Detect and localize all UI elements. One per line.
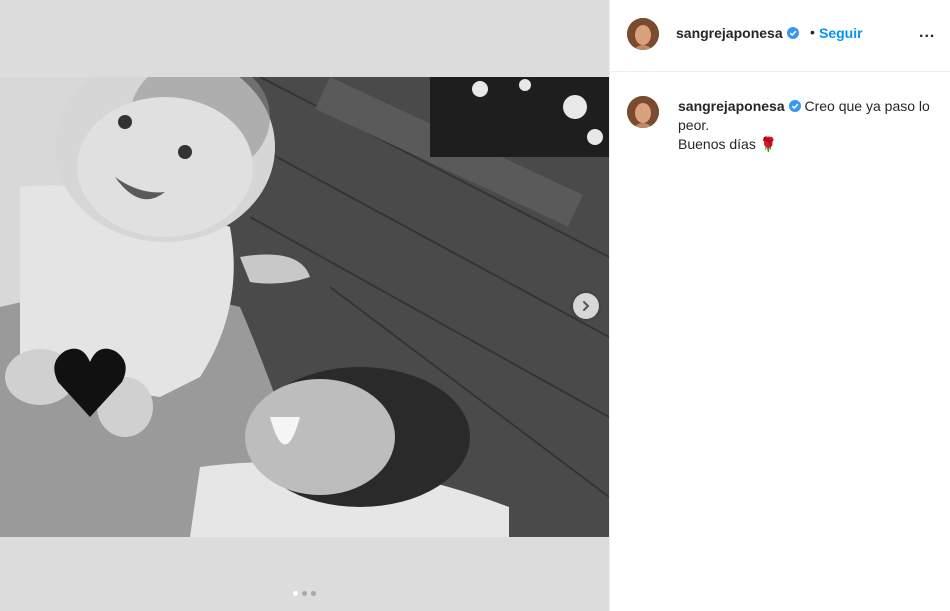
photo-illustration — [0, 77, 609, 537]
rose-emoji: 🌹 — [759, 136, 778, 152]
caption-username[interactable]: sangrejaponesa — [678, 98, 801, 114]
media-pane — [0, 0, 609, 611]
verified-badge-icon — [786, 27, 799, 39]
avatar[interactable] — [627, 18, 659, 50]
caption-username-text[interactable]: sangrejaponesa — [678, 98, 785, 114]
next-image-button[interactable] — [573, 293, 599, 319]
username-link[interactable]: sangrejaponesa — [676, 25, 799, 41]
caption-line-2: Buenos días — [678, 136, 756, 152]
username[interactable]: sangrejaponesa — [676, 25, 783, 41]
post-photo[interactable] — [0, 77, 609, 537]
post-sidebar: sangrejaponesa • Seguir ... sangrejapone… — [609, 0, 950, 611]
carousel-indicator — [0, 591, 609, 596]
carousel-dot-active — [293, 591, 298, 596]
caption-text: sangrejaponesa Creo que ya paso lo peor.… — [678, 97, 940, 154]
avatar-image — [627, 18, 659, 50]
more-options-icon[interactable]: ... — [919, 24, 935, 42]
separator-dot: • — [810, 24, 815, 40]
caption-avatar[interactable] — [627, 96, 659, 128]
avatar-image — [627, 96, 659, 128]
post-header: sangrejaponesa • Seguir ... — [610, 0, 950, 72]
carousel-dot — [302, 591, 307, 596]
carousel-dot — [311, 591, 316, 596]
verified-badge-icon — [788, 100, 801, 112]
follow-button[interactable]: Seguir — [819, 25, 863, 41]
chevron-right-icon — [583, 301, 590, 311]
